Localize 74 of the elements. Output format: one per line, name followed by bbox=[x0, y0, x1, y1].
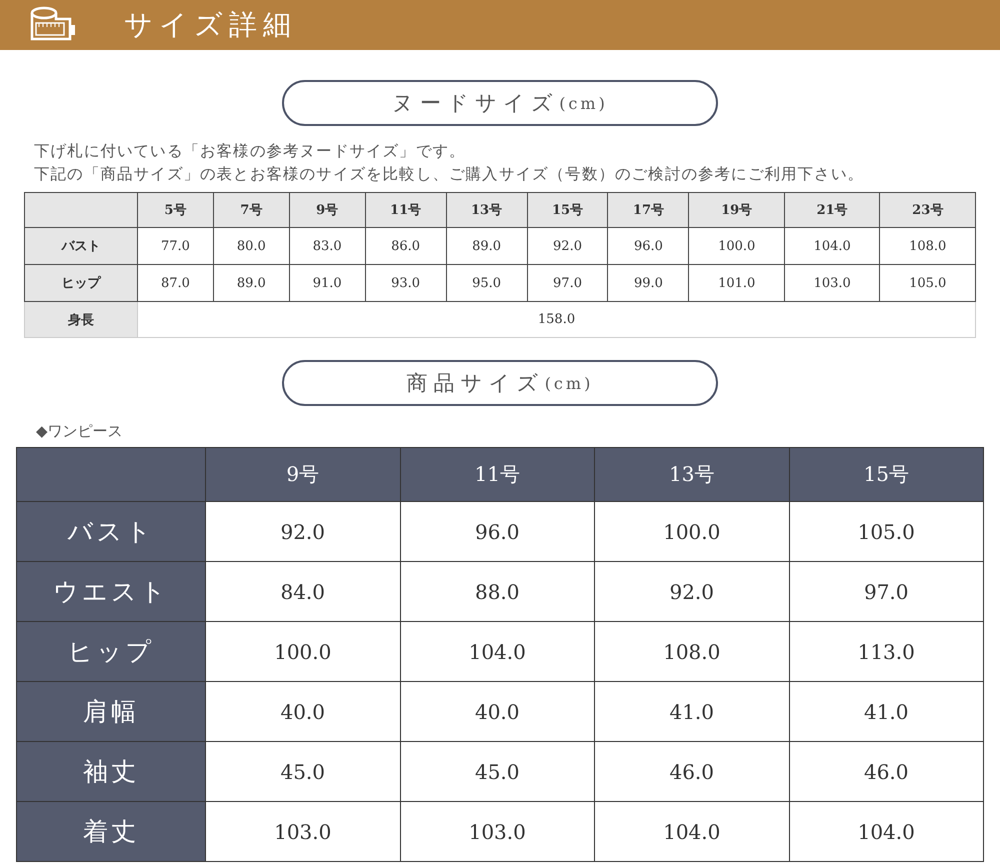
column-header: 9号 bbox=[289, 192, 366, 228]
table-cell: 83.0 bbox=[289, 228, 366, 264]
column-header: 11号 bbox=[400, 448, 594, 502]
column-header: 11号 bbox=[365, 192, 446, 228]
table-cell: 99.0 bbox=[608, 264, 689, 302]
column-header: 5号 bbox=[138, 192, 214, 228]
table-cell: 41.0 bbox=[789, 682, 984, 742]
table-cell: 101.0 bbox=[688, 264, 784, 302]
table-cell: 41.0 bbox=[594, 682, 789, 742]
note-text: 下記の「商品サイズ」の表とお客様のサイズを比較し、ご購入サイズ（号数）のご検討の参考にご利用下さい。 bbox=[34, 164, 865, 185]
table-cell: 100.0 bbox=[594, 502, 789, 562]
column-header: 9号 bbox=[206, 448, 400, 502]
row-header: バスト bbox=[16, 502, 206, 562]
category-label: ◆ワンピース bbox=[35, 421, 124, 442]
table-cell: 89.0 bbox=[213, 264, 290, 302]
table-cell: 104.0 bbox=[789, 802, 984, 862]
table-cell: 108.0 bbox=[594, 622, 789, 682]
table-cell: 104.0 bbox=[784, 228, 880, 264]
table-cell: 158.0 bbox=[138, 302, 976, 338]
column-header: 13号 bbox=[446, 192, 528, 228]
table-cell: 92.0 bbox=[527, 228, 608, 264]
table-cell: 80.0 bbox=[213, 228, 290, 264]
table-cell: 103.0 bbox=[400, 802, 594, 862]
column-header: 15号 bbox=[789, 448, 984, 502]
column-header: 17号 bbox=[608, 192, 689, 228]
table-cell: 108.0 bbox=[880, 228, 976, 264]
table-cell: 88.0 bbox=[400, 562, 594, 622]
page-title: サイズ詳細 bbox=[124, 7, 297, 43]
table-cell: 87.0 bbox=[138, 264, 214, 302]
table-cell: 46.0 bbox=[789, 742, 984, 802]
table-cell: 92.0 bbox=[206, 502, 400, 562]
row-header: ウエスト bbox=[16, 562, 206, 622]
table-cell: 97.0 bbox=[527, 264, 608, 302]
table-cell: 105.0 bbox=[880, 264, 976, 302]
table-cell: 104.0 bbox=[594, 802, 789, 862]
table-cell: 103.0 bbox=[784, 264, 880, 302]
table-cell: 113.0 bbox=[789, 622, 984, 682]
row-header: 袖丈 bbox=[16, 742, 206, 802]
table-cell: 84.0 bbox=[206, 562, 400, 622]
table-cell: 100.0 bbox=[688, 228, 784, 264]
table-cell: 103.0 bbox=[206, 802, 400, 862]
table-cell: 45.0 bbox=[400, 742, 594, 802]
section-heading: 商品サイズ(cm) bbox=[282, 360, 718, 406]
table-cell: 93.0 bbox=[365, 264, 446, 302]
row-header: バスト bbox=[24, 228, 138, 264]
table-cell: 45.0 bbox=[206, 742, 400, 802]
table-cell: 89.0 bbox=[446, 228, 528, 264]
column-header: 23号 bbox=[880, 192, 976, 228]
table-cell: 91.0 bbox=[289, 264, 366, 302]
table-cell: 86.0 bbox=[365, 228, 446, 264]
row-header: 身長 bbox=[24, 302, 138, 338]
row-header: ヒップ bbox=[24, 264, 138, 302]
column-header: 19号 bbox=[688, 192, 784, 228]
column-header: 7号 bbox=[213, 192, 290, 228]
row-header: ヒップ bbox=[16, 622, 206, 682]
table-cell: 104.0 bbox=[400, 622, 594, 682]
table-cell: 97.0 bbox=[789, 562, 984, 622]
table-cell: 100.0 bbox=[206, 622, 400, 682]
column-header: 13号 bbox=[594, 448, 789, 502]
table-cell: 77.0 bbox=[138, 228, 214, 264]
table-cell: 96.0 bbox=[608, 228, 689, 264]
table-cell: 95.0 bbox=[446, 264, 528, 302]
table-cell: 92.0 bbox=[594, 562, 789, 622]
table-cell: 96.0 bbox=[400, 502, 594, 562]
row-header: 肩幅 bbox=[16, 682, 206, 742]
table-cell: 40.0 bbox=[400, 682, 594, 742]
column-header: 15号 bbox=[527, 192, 608, 228]
row-header: 着丈 bbox=[16, 802, 206, 862]
table-cell: 46.0 bbox=[594, 742, 789, 802]
note-text: 下げ札に付いている「お客様の参考ヌードサイズ」です。 bbox=[34, 141, 467, 162]
table-cell: 40.0 bbox=[206, 682, 400, 742]
table-cell: 105.0 bbox=[789, 502, 984, 562]
column-header: 21号 bbox=[784, 192, 880, 228]
section-heading: ヌードサイズ(cm) bbox=[282, 80, 718, 126]
